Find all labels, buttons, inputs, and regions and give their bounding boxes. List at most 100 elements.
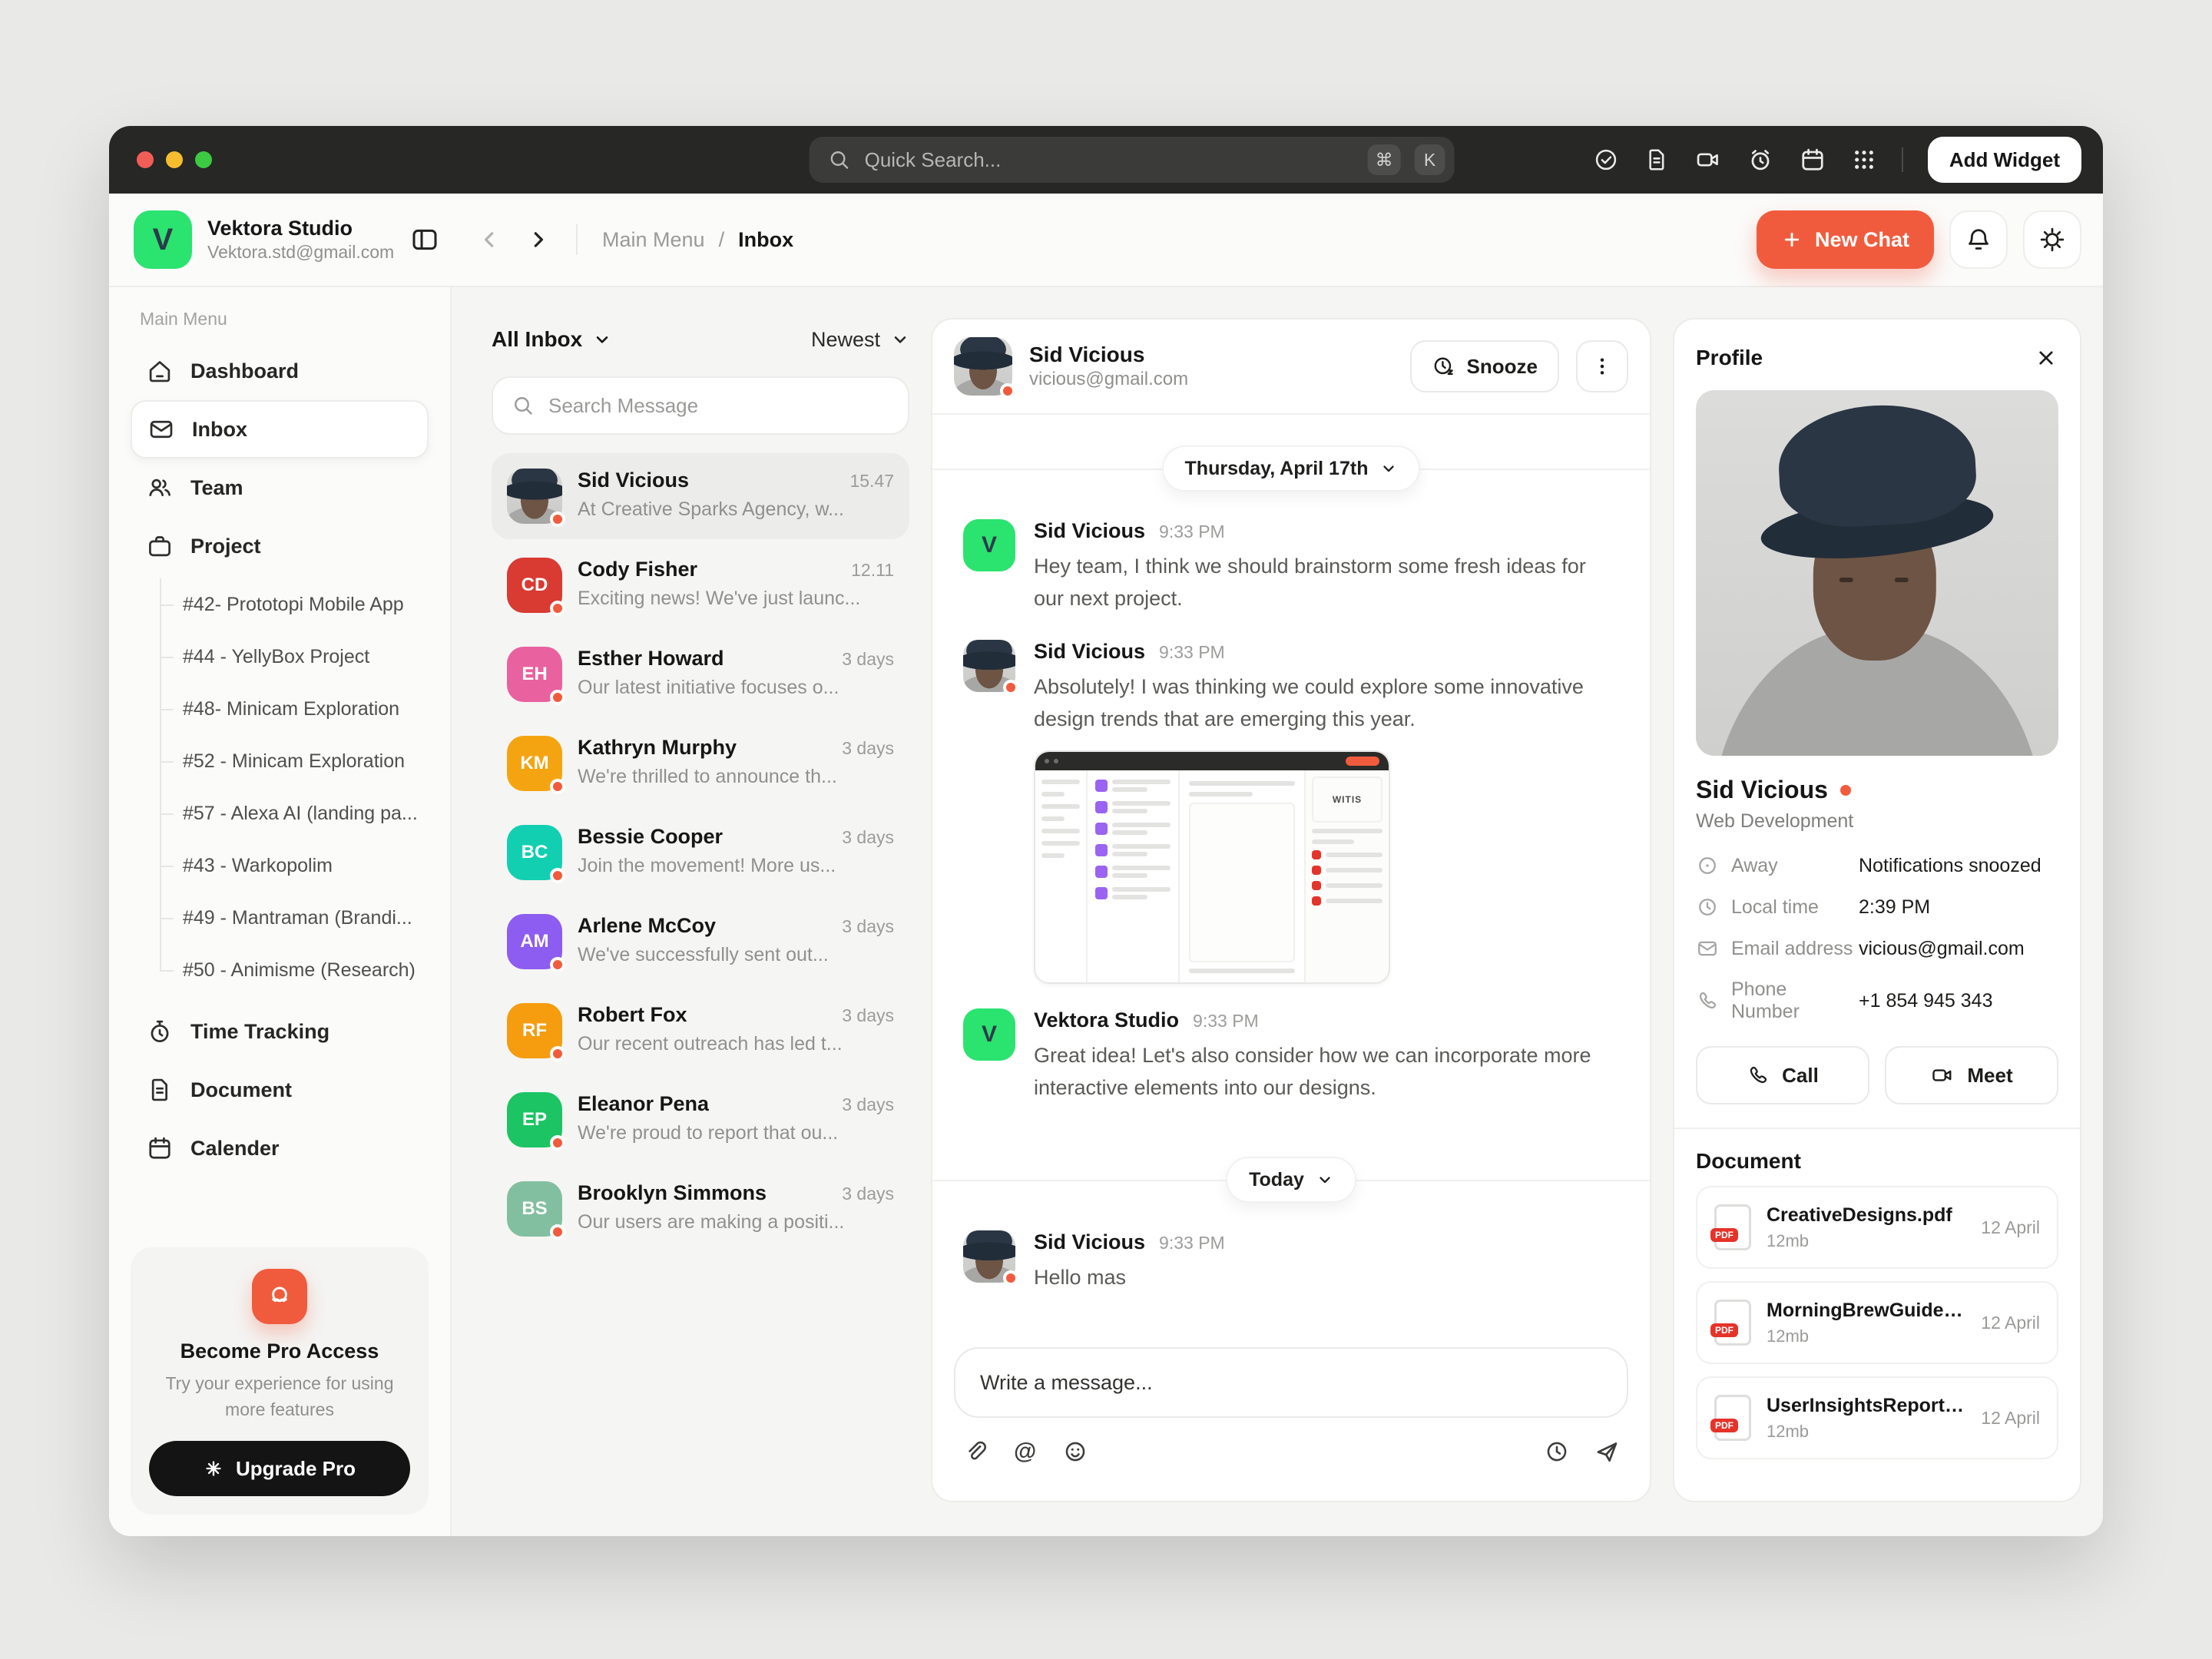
tasks-check-icon[interactable]: [1593, 147, 1619, 173]
avatar: V: [963, 1008, 1015, 1061]
forward-icon[interactable]: [524, 226, 551, 253]
chat-message: Sid Vicious9:33 PM Hello mas: [963, 1230, 1619, 1294]
chat-contact-avatar: [954, 337, 1012, 396]
online-dot: [1003, 680, 1018, 695]
sidebar-item-calendar[interactable]: Calender: [131, 1119, 429, 1177]
close-window-button[interactable]: [137, 151, 154, 168]
message-composer: @: [932, 1341, 1650, 1501]
avatar: EH: [507, 647, 562, 702]
search-icon: [512, 394, 535, 417]
message-row-brooklyn-simmons[interactable]: BS Brooklyn Simmons3 daysOur users are m…: [492, 1166, 909, 1252]
unread-dot: [550, 957, 565, 972]
meet-button[interactable]: Meet: [1885, 1046, 2058, 1104]
emoji-icon[interactable]: [1062, 1439, 1088, 1465]
sidebar-item-time-tracking[interactable]: Time Tracking: [131, 1002, 429, 1061]
breadcrumb-parent[interactable]: Main Menu: [602, 228, 705, 252]
today-divider-pill[interactable]: Today: [1226, 1157, 1356, 1203]
message-row-kathryn-murphy[interactable]: KM Kathryn Murphy3 daysWe're thrilled to…: [492, 720, 909, 806]
sidebar-item-label: Team: [190, 476, 243, 500]
profile-role: Web Development: [1696, 810, 2058, 833]
message-row-esther-howard[interactable]: EH Esther Howard3 daysOur latest initiat…: [492, 631, 909, 717]
inbox-list-header: All Inbox Newest: [492, 318, 909, 361]
avatar: [963, 640, 1015, 692]
workspace-info: Vektora Studio Vektora.std@gmail.com: [207, 217, 394, 263]
chat-message-area: Thursday, April 17th V Sid Vicious9:33 P…: [932, 415, 1650, 1341]
sidebar-item-dashboard[interactable]: Dashboard: [131, 342, 429, 400]
pro-badge-icon: [252, 1269, 307, 1324]
call-button[interactable]: Call: [1696, 1046, 1869, 1104]
quick-search-placeholder: Quick Search...: [865, 148, 1354, 172]
message-row-sid-vicious[interactable]: Sid Vicious15.47At Creative Sparks Agenc…: [492, 453, 909, 539]
app-window: Quick Search... ⌘ K Add Widget V Vektora…: [109, 126, 2103, 1536]
send-icon[interactable]: [1593, 1438, 1621, 1465]
message-row-arlene-mccoy[interactable]: AM Arlene McCoy3 daysWe've successfully …: [492, 899, 909, 985]
chat-contact-email: vicious@gmail.com: [1029, 369, 1188, 390]
document-card-morning-brew[interactable]: MorningBrewGuide.pdf 12mb 12 April: [1696, 1281, 2058, 1364]
inbox-list-panel: All Inbox Newest Sid Vicious15.47At: [492, 318, 909, 1502]
profile-actions: Call Meet: [1696, 1046, 2058, 1104]
message-row-eleanor-pena[interactable]: EP Eleanor Pena3 daysWe're proud to repo…: [492, 1077, 909, 1163]
message-row-cody-fisher[interactable]: CD Cody Fisher12.11Exciting news! We've …: [492, 542, 909, 628]
avatar: CD: [507, 558, 562, 613]
settings-button[interactable]: [2023, 210, 2081, 269]
cmd-key-badge: ⌘: [1368, 144, 1401, 175]
composer-input[interactable]: [980, 1371, 1602, 1395]
new-chat-button[interactable]: New Chat: [1757, 210, 1934, 269]
add-widget-button[interactable]: Add Widget: [1928, 137, 2081, 183]
workspace-name: Vektora Studio: [207, 217, 394, 240]
titlebar-divider: [1902, 147, 1903, 172]
sidebar-item-document[interactable]: Document: [131, 1061, 429, 1119]
message-search: [492, 376, 909, 435]
sidebar-item-team[interactable]: Team: [131, 459, 429, 517]
message-row-bessie-cooper[interactable]: BC Bessie Cooper3 daysJoin the movement!…: [492, 810, 909, 896]
sidebar-item-label: Project: [190, 535, 261, 558]
schedule-clock-icon[interactable]: [1544, 1439, 1570, 1465]
document-card-user-insights[interactable]: UserInsightsReport.pdf 12mb 12 April: [1696, 1376, 2058, 1459]
sidebar-project-50[interactable]: #50 - Animisme (Research): [160, 944, 429, 996]
upgrade-pro-button[interactable]: Upgrade Pro: [149, 1441, 410, 1496]
date-divider-pill[interactable]: Thursday, April 17th: [1162, 445, 1421, 492]
inbox-sort-dropdown[interactable]: Newest: [811, 328, 909, 352]
snooze-button[interactable]: Snooze: [1410, 340, 1559, 392]
sidebar-project-57[interactable]: #57 - Alexa AI (landing pa...: [160, 787, 429, 839]
sidebar-project-44[interactable]: #44 - YellyBox Project: [160, 631, 429, 683]
sidebar-project-42[interactable]: #42- Prototopi Mobile App: [160, 578, 429, 631]
paperclip-icon[interactable]: [962, 1439, 988, 1465]
attached-screenshot-image[interactable]: WITIS: [1034, 750, 1390, 984]
minimize-window-button[interactable]: [166, 151, 183, 168]
chat-contact-info: Sid Vicious vicious@gmail.com: [1029, 343, 1188, 390]
document-card-creative-designs[interactable]: CreativeDesigns.pdf 12mb 12 April: [1696, 1186, 2058, 1269]
pro-upsell-card: Become Pro Access Try your experience fo…: [131, 1247, 429, 1515]
mail-icon: [147, 416, 175, 443]
sidebar-project-49[interactable]: #49 - Mantraman (Brandi...: [160, 892, 429, 944]
chat-more-button[interactable]: [1576, 340, 1628, 392]
collapse-sidebar-icon[interactable]: [409, 224, 440, 255]
sidebar-item-label: Dashboard: [190, 359, 299, 383]
notifications-button[interactable]: [1949, 210, 2008, 269]
profile-details: Away Notifications snoozed Local time 2:…: [1696, 854, 2058, 1023]
sidebar-project-48[interactable]: #48- Minicam Exploration: [160, 683, 429, 735]
sidebar-project-43[interactable]: #43 - Warkopolim: [160, 839, 429, 892]
chevron-down-icon: [1316, 1171, 1333, 1188]
quick-search-input[interactable]: Quick Search... ⌘ K: [810, 137, 1455, 183]
sidebar-item-project[interactable]: Project: [131, 517, 429, 575]
maximize-window-button[interactable]: [195, 151, 212, 168]
mention-icon[interactable]: @: [1014, 1440, 1036, 1463]
avatar: [507, 469, 562, 524]
close-icon[interactable]: [2034, 346, 2058, 370]
calendar-icon[interactable]: [1799, 146, 1826, 174]
inbox-filter-dropdown[interactable]: All Inbox: [492, 327, 611, 352]
video-call-icon[interactable]: [1694, 146, 1722, 174]
back-icon[interactable]: [476, 226, 504, 253]
notes-document-icon[interactable]: [1644, 147, 1670, 173]
message-search-input[interactable]: [548, 394, 889, 418]
alarm-clock-icon[interactable]: [1747, 146, 1774, 174]
history-nav: Main Menu / Inbox: [452, 224, 793, 255]
avatar: BS: [507, 1181, 562, 1237]
message-row-robert-fox[interactable]: RF Robert Fox3 daysOur recent outreach h…: [492, 988, 909, 1074]
titlebar-actions: Add Widget: [1593, 137, 2081, 183]
apps-grid-icon[interactable]: [1851, 147, 1877, 173]
sidebar-item-inbox[interactable]: Inbox: [131, 400, 429, 459]
sidebar-project-52[interactable]: #52 - Minicam Exploration: [160, 735, 429, 787]
chat-contact-name: Sid Vicious: [1029, 343, 1188, 367]
